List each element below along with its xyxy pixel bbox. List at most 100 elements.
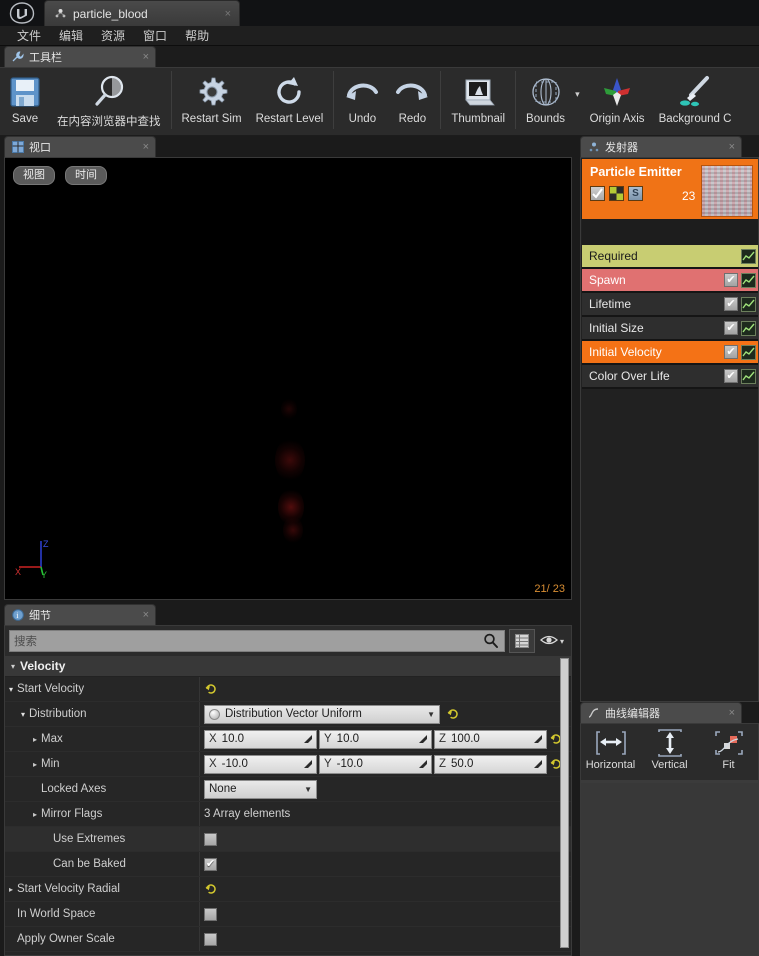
min-x-field[interactable]: X -10.0 [204, 754, 317, 774]
chevron-right-icon[interactable]: ▸ [29, 760, 41, 769]
restart-sim-button[interactable]: Restart Sim [175, 68, 249, 134]
fit-all-button[interactable]: Fit [699, 727, 758, 771]
restart-level-button[interactable]: Restart Level [249, 68, 331, 134]
reset-to-default-icon[interactable] [204, 882, 218, 896]
spinner-icon[interactable] [417, 758, 429, 770]
save-button[interactable]: Save [0, 68, 50, 134]
module-enable-checkbox[interactable] [724, 297, 738, 311]
menu-item-help[interactable]: 帮助 [176, 26, 218, 46]
spinner-icon[interactable] [302, 733, 314, 745]
max-y-field[interactable]: Y 10.0 [319, 729, 432, 749]
module-enable-checkbox[interactable] [724, 273, 738, 287]
category-velocity[interactable]: ▾ Velocity [5, 656, 571, 677]
curve-graph-icon[interactable] [741, 272, 756, 288]
curve-graph-icon[interactable] [741, 368, 756, 384]
chevron-down-icon[interactable]: ▾ [5, 685, 17, 694]
search-icon[interactable] [482, 632, 500, 650]
spinner-icon[interactable] [532, 733, 544, 745]
property-row-min[interactable]: ▾ ▾ ▸ Min X -10.0 [5, 752, 571, 777]
property-row-mirror-flags[interactable]: ▾ ▾ ▸ Mirror Flags 3 Array elements [5, 802, 571, 827]
can-be-baked-checkbox[interactable] [204, 857, 217, 871]
emitter-empty-area[interactable] [582, 389, 758, 701]
module-row-initial-size[interactable]: Initial Size [582, 317, 758, 341]
curve-editor-canvas[interactable] [581, 780, 758, 955]
chevron-down-icon[interactable]: ▾ [17, 710, 29, 719]
apply-owner-scale-checkbox[interactable] [204, 932, 217, 946]
close-icon[interactable]: × [729, 707, 735, 719]
close-icon[interactable]: × [143, 609, 149, 621]
close-icon[interactable]: × [219, 8, 231, 20]
enable-emitter-icon[interactable] [590, 186, 605, 201]
module-enable-checkbox[interactable] [724, 321, 738, 335]
background-color-button[interactable]: Background C [652, 68, 739, 134]
property-row-start-velocity-radial[interactable]: ▸ Start Velocity Radial [5, 877, 571, 902]
module-enable-checkbox[interactable] [724, 345, 738, 359]
find-in-content-browser-button[interactable]: 在内容浏览器中查找 [50, 68, 168, 134]
viewport-tab[interactable]: 视口 × [4, 136, 156, 157]
chevron-right-icon[interactable]: ▸ [29, 810, 41, 819]
reset-to-default-icon[interactable] [446, 707, 460, 721]
spinner-icon[interactable] [532, 758, 544, 770]
spinner-icon[interactable] [417, 733, 429, 745]
viewport-render-area[interactable]: 视图 时间 Z X Y 21/ 23 [4, 157, 572, 600]
details-tab[interactable]: i 细节 × [4, 604, 156, 625]
property-row-locked-axes[interactable]: ▾ ▾ ▸ Locked Axes None ▼ [5, 777, 571, 802]
redo-button[interactable]: Redo [387, 68, 437, 134]
undo-button[interactable]: Undo [337, 68, 387, 134]
solo-mode-icon[interactable]: S [628, 186, 643, 201]
curve-editor-tab[interactable]: 曲线编辑器 × [580, 702, 742, 723]
document-tab-particle-blood[interactable]: particle_blood × [44, 0, 240, 26]
property-row-max[interactable]: ▾ ▾ ▸ Max X 10.0 [5, 727, 571, 752]
curve-editor-graph-area[interactable] [581, 783, 758, 955]
module-row-lifetime[interactable]: Lifetime [582, 293, 758, 317]
chevron-right-icon[interactable]: ▸ [5, 885, 17, 894]
search-input[interactable]: 搜索 [9, 630, 505, 652]
view-options-button[interactable]: ▾ [537, 629, 567, 653]
module-enable-checkbox[interactable] [724, 369, 738, 383]
grid-view-icon[interactable] [509, 629, 535, 653]
chevron-right-icon[interactable]: ▸ [29, 735, 41, 744]
toolbar-tab[interactable]: 工具栏 × [4, 46, 156, 67]
min-y-field[interactable]: Y -10.0 [319, 754, 432, 774]
spinner-icon[interactable] [302, 758, 314, 770]
menu-item-file[interactable]: 文件 [8, 26, 50, 46]
thumbnail-button[interactable]: Thumbnail [444, 68, 512, 134]
emitter-thumbnail[interactable] [701, 165, 753, 217]
property-row-distribution[interactable]: ▾ ▾ Distribution Distribution Vector Uni… [5, 702, 571, 727]
bounds-button[interactable]: Bounds [519, 68, 572, 134]
min-z-field[interactable]: Z 50.0 [434, 754, 547, 774]
details-scrollbar[interactable] [560, 658, 569, 948]
menu-item-window[interactable]: 窗口 [134, 26, 176, 46]
emitter-header[interactable]: Particle Emitter S 23 [582, 159, 758, 219]
fit-vertical-button[interactable]: Vertical [640, 727, 699, 771]
distribution-combo[interactable]: Distribution Vector Uniform ▼ [204, 704, 440, 724]
max-z-field[interactable]: Z 100.0 [434, 729, 547, 749]
menu-item-assets[interactable]: 资源 [92, 26, 134, 46]
close-icon[interactable]: × [143, 51, 149, 63]
module-row-required[interactable]: Required [582, 245, 758, 269]
locked-axes-select[interactable]: None ▼ [204, 779, 317, 799]
module-row-spawn[interactable]: Spawn [582, 269, 758, 293]
reset-to-default-icon[interactable] [204, 682, 218, 696]
curve-graph-icon[interactable] [741, 248, 756, 264]
fit-horizontal-button[interactable]: Horizontal [581, 727, 640, 771]
module-row-initial-velocity[interactable]: Initial Velocity [582, 341, 758, 365]
menu-item-edit[interactable]: 编辑 [50, 26, 92, 46]
render-mode-icon[interactable] [609, 186, 624, 201]
bounds-dropdown-caret-icon[interactable]: ▾ [572, 89, 583, 100]
curve-graph-icon[interactable] [741, 320, 756, 336]
use-extremes-checkbox[interactable] [204, 832, 217, 846]
close-icon[interactable]: × [143, 141, 149, 153]
emitter-tab[interactable]: 发射器 × [580, 136, 742, 157]
in-world-space-checkbox[interactable] [204, 907, 217, 921]
curve-graph-icon[interactable] [741, 344, 756, 360]
property-row-in-world-space[interactable]: ▸ In World Space [5, 902, 571, 927]
max-x-field[interactable]: X 10.0 [204, 729, 317, 749]
origin-axis-button[interactable]: Origin Axis [583, 68, 652, 134]
module-row-color-over-life[interactable]: Color Over Life [582, 365, 758, 389]
property-row-apply-owner-scale[interactable]: ▸ Apply Owner Scale [5, 927, 571, 952]
close-icon[interactable]: × [729, 141, 735, 153]
property-row-can-be-baked[interactable]: ▾ ▾ ▸ ▸ Can be Baked [5, 852, 571, 877]
curve-graph-icon[interactable] [741, 296, 756, 312]
property-row-use-extremes[interactable]: ▾ ▾ ▸ ▸ Use Extremes [5, 827, 571, 852]
